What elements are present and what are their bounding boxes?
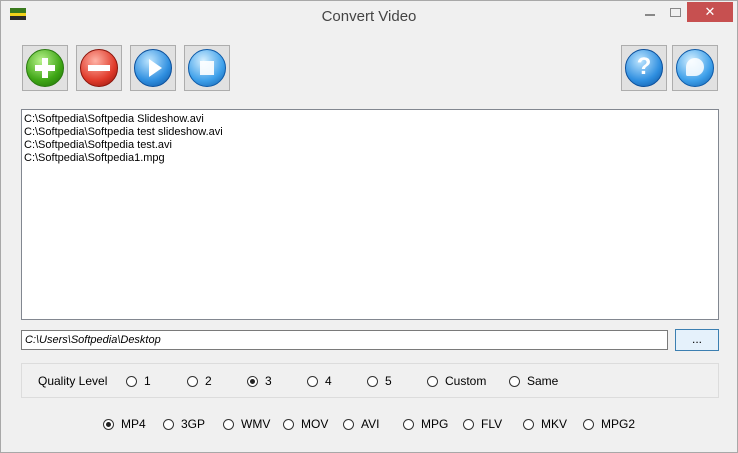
radio-circle bbox=[463, 418, 474, 430]
quality-radio-2[interactable]: 2 bbox=[187, 374, 212, 388]
add-icon bbox=[26, 49, 64, 87]
radio-circle bbox=[283, 418, 294, 430]
quality-level-label: Quality Level bbox=[38, 374, 108, 388]
format-radio-mp4[interactable]: MP4 bbox=[103, 417, 146, 431]
format-radio-mov[interactable]: MOV bbox=[283, 417, 328, 431]
radio-circle bbox=[126, 375, 137, 387]
format-radio-mpg[interactable]: MPG bbox=[403, 417, 448, 431]
quality-radio-4[interactable]: 4 bbox=[307, 374, 332, 388]
radio-circle bbox=[509, 375, 520, 387]
maximize-button[interactable] bbox=[663, 2, 687, 22]
globe-icon bbox=[676, 49, 714, 87]
file-list[interactable]: C:\Softpedia\Softpedia Slideshow.avi C:\… bbox=[21, 109, 719, 320]
radio-circle bbox=[523, 418, 534, 430]
list-item[interactable]: C:\Softpedia\Softpedia1.mpg bbox=[24, 152, 716, 165]
radio-circle-checked bbox=[103, 418, 114, 430]
convert-video-window: Convert Video ✕ ? C:\Softpedia\Softpedia… bbox=[0, 0, 738, 453]
list-item[interactable]: C:\Softpedia\Softpedia test slideshow.av… bbox=[24, 126, 716, 139]
website-button[interactable] bbox=[672, 45, 718, 91]
format-radio-wmv[interactable]: WMV bbox=[223, 417, 270, 431]
radio-circle bbox=[403, 418, 414, 430]
format-radio-mkv[interactable]: MKV bbox=[523, 417, 567, 431]
quality-radio-5[interactable]: 5 bbox=[367, 374, 392, 388]
radio-circle bbox=[307, 375, 318, 387]
add-file-button[interactable] bbox=[22, 45, 68, 91]
minimize-button[interactable] bbox=[637, 2, 663, 22]
list-item[interactable]: C:\Softpedia\Softpedia test.avi bbox=[24, 139, 716, 152]
window-title: Convert Video bbox=[321, 8, 417, 25]
quality-level-group: Quality Level 1 2 3 4 5 Custom Same bbox=[21, 363, 719, 398]
close-icon: ✕ bbox=[704, 4, 716, 19]
radio-circle bbox=[367, 375, 378, 387]
radio-circle bbox=[343, 418, 354, 430]
remove-icon bbox=[80, 49, 118, 87]
radio-circle bbox=[187, 375, 198, 387]
format-radio-mpg2[interactable]: MPG2 bbox=[583, 417, 635, 431]
help-icon: ? bbox=[625, 49, 663, 87]
help-button[interactable]: ? bbox=[621, 45, 667, 91]
stop-icon bbox=[188, 49, 226, 87]
title-bar: Convert Video ✕ bbox=[1, 1, 737, 31]
quality-radio-custom[interactable]: Custom bbox=[427, 374, 486, 388]
browse-button[interactable]: ... bbox=[675, 329, 719, 351]
close-button[interactable]: ✕ bbox=[687, 2, 733, 22]
remove-file-button[interactable] bbox=[76, 45, 122, 91]
stop-convert-button[interactable] bbox=[184, 45, 230, 91]
quality-radio-1[interactable]: 1 bbox=[126, 374, 151, 388]
format-radio-flv[interactable]: FLV bbox=[463, 417, 502, 431]
play-icon bbox=[134, 49, 172, 87]
start-convert-button[interactable] bbox=[130, 45, 176, 91]
output-path-field[interactable]: C:\Users\Softpedia\Desktop bbox=[21, 330, 668, 350]
format-radio-avi[interactable]: AVI bbox=[343, 417, 379, 431]
minimize-icon bbox=[645, 14, 655, 16]
maximize-icon bbox=[669, 7, 681, 17]
radio-circle bbox=[583, 418, 594, 430]
quality-radio-same[interactable]: Same bbox=[509, 374, 558, 388]
list-item[interactable]: C:\Softpedia\Softpedia Slideshow.avi bbox=[24, 113, 716, 126]
radio-circle bbox=[163, 418, 174, 430]
radio-circle bbox=[427, 375, 438, 387]
radio-circle-checked bbox=[247, 375, 258, 387]
format-radio-3gp[interactable]: 3GP bbox=[163, 417, 205, 431]
quality-radio-3[interactable]: 3 bbox=[247, 374, 272, 388]
radio-circle bbox=[223, 418, 234, 430]
